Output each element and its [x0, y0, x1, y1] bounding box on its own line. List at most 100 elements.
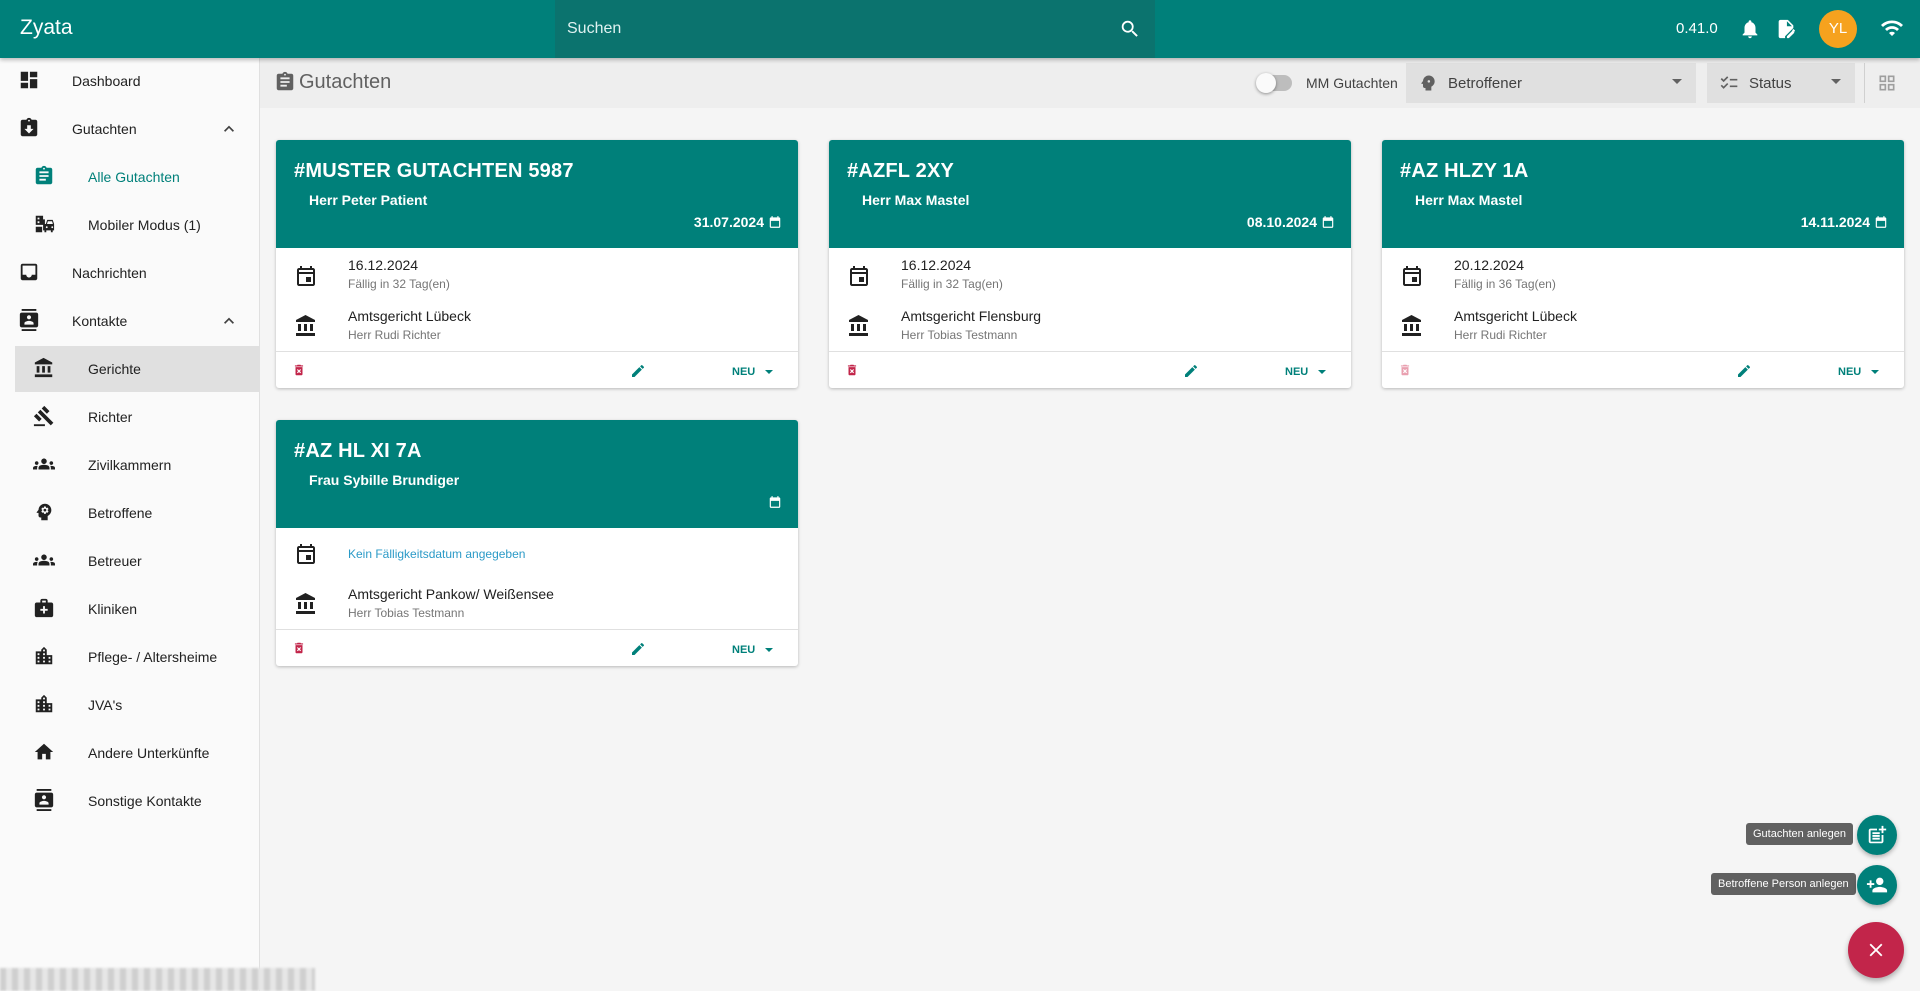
bell-icon[interactable]: [1739, 17, 1761, 41]
edit-note-icon[interactable]: [1775, 17, 1797, 41]
search-icon[interactable]: [1119, 18, 1141, 40]
sidebar-item-label: Mobiler Modus (1): [88, 217, 201, 233]
due-date: 20.12.2024: [1454, 257, 1524, 273]
app-title[interactable]: Zyata: [20, 16, 73, 40]
delete-icon[interactable]: [292, 363, 306, 377]
delete-icon[interactable]: [292, 641, 306, 655]
court-name: Amtsgericht Lübeck: [348, 308, 471, 324]
sidebar-item-label: Gerichte: [88, 361, 141, 377]
gutachten-card[interactable]: #AZ HLZY 1A Herr Max Mastel 14.11.2024 2…: [1382, 140, 1904, 388]
calendar-icon: [1321, 215, 1335, 229]
sidebar-item-dashboard[interactable]: Dashboard: [0, 58, 259, 104]
sidebar-item-zivilkammern[interactable]: Zivilkammern: [0, 442, 259, 488]
gutachten-card[interactable]: #MUSTER GUTACHTEN 5987 Herr Peter Patien…: [276, 140, 798, 388]
card-title: #AZ HL XI 7A: [294, 440, 422, 463]
status-button[interactable]: NEU: [710, 362, 755, 378]
sidebar-item-alle-gutachten[interactable]: Alle Gutachten: [0, 154, 259, 200]
sidebar-item-label: Pflege- / Altersheime: [88, 649, 217, 665]
court-name: Amtsgericht Pankow/ Weißensee: [348, 586, 554, 602]
card-person: Frau Sybille Brundiger: [294, 472, 459, 488]
sidebar-item-sonstige-kontakte[interactable]: Sonstige Kontakte: [0, 778, 259, 824]
dropdown-arrow-icon[interactable]: [765, 648, 773, 652]
edit-icon[interactable]: [630, 363, 646, 379]
page-header: Gutachten MM Gutachten Betroffener Statu…: [260, 58, 1920, 108]
sidebar-item-betreuer[interactable]: Betreuer: [0, 538, 259, 584]
card-actions: NEU: [1382, 352, 1904, 388]
chevron-up-icon[interactable]: [219, 311, 239, 331]
judge-name: Herr Tobias Testmann: [348, 606, 464, 620]
dropdown-arrow-icon[interactable]: [1318, 370, 1326, 374]
gutachten-card[interactable]: #AZFL 2XY Herr Max Mastel 08.10.2024 16.…: [829, 140, 1351, 388]
sidebar-item-gerichte[interactable]: Gerichte: [15, 346, 259, 392]
due-text: Fällig in 32 Tag(en): [901, 277, 1003, 291]
card-date: 08.10.2024: [1247, 214, 1335, 230]
edit-icon[interactable]: [630, 641, 646, 657]
card-header[interactable]: #AZFL 2XY Herr Max Mastel 08.10.2024: [829, 140, 1351, 248]
gutachten-card[interactable]: #AZ HL XI 7A Frau Sybille Brundiger Kein…: [276, 420, 798, 666]
sidebar-item-label: Kliniken: [88, 601, 137, 617]
preview-icon[interactable]: [670, 363, 686, 379]
due-date: 16.12.2024: [348, 257, 418, 273]
wifi-icon: [1878, 16, 1906, 40]
search-bar[interactable]: Suchen: [555, 0, 1155, 58]
gutachten-icon: [18, 117, 40, 139]
sidebar-item-mobiler-modus[interactable]: Mobiler Modus (1): [0, 202, 259, 248]
calendar-icon: [1874, 215, 1888, 229]
card-header[interactable]: #AZ HL XI 7A Frau Sybille Brundiger: [276, 420, 798, 528]
calendar-icon: [1400, 264, 1424, 288]
user-avatar[interactable]: YL: [1819, 10, 1857, 48]
medical-icon: [33, 597, 55, 619]
delete-icon[interactable]: [845, 363, 859, 377]
sidebar-item-betroffene[interactable]: Betroffene: [0, 490, 259, 536]
card-actions: NEU: [276, 352, 798, 388]
card-title: #MUSTER GUTACHTEN 5987: [294, 160, 574, 183]
status-button[interactable]: NEU: [1263, 362, 1308, 378]
calendar-icon: [847, 264, 871, 288]
mm-gutachten-toggle[interactable]: [1258, 75, 1292, 91]
sidebar-item-gutachten[interactable]: Gutachten: [0, 106, 259, 152]
card-header[interactable]: #AZ HLZY 1A Herr Max Mastel 14.11.2024: [1382, 140, 1904, 248]
card-person: Herr Peter Patient: [294, 192, 427, 208]
due-empty-text: Kein Fälligkeitsdatum angegeben: [348, 547, 525, 561]
edit-icon[interactable]: [1183, 363, 1199, 379]
card-header[interactable]: #MUSTER GUTACHTEN 5987 Herr Peter Patien…: [276, 140, 798, 248]
person-add-icon: [1866, 874, 1888, 896]
dropdown-arrow-icon[interactable]: [765, 370, 773, 374]
fab-close-button[interactable]: [1848, 922, 1904, 978]
card-date: [764, 494, 782, 510]
post-add-icon: [1866, 824, 1888, 846]
sidebar-item-pflegeheime[interactable]: Pflege- / Altersheime: [0, 634, 259, 680]
edit-icon[interactable]: [1736, 363, 1752, 379]
court-name: Amtsgericht Flensburg: [901, 308, 1041, 324]
sidebar-item-label: Richter: [88, 409, 132, 425]
create-gutachten-button[interactable]: [1857, 815, 1897, 855]
sidebar-item-kontakte[interactable]: Kontakte: [0, 298, 259, 344]
betroffener-select[interactable]: Betroffener: [1406, 63, 1696, 103]
sidebar-item-jva[interactable]: JVA's: [0, 682, 259, 728]
checklist-icon: [710, 640, 726, 656]
status-button[interactable]: NEU: [1816, 362, 1861, 378]
search-input[interactable]: Suchen: [567, 20, 621, 38]
preview-icon[interactable]: [1223, 363, 1239, 379]
sidebar: Dashboard Gutachten Alle Gutachten Mobil…: [0, 58, 260, 991]
sidebar-item-andere-unterkuenfte[interactable]: Andere Unterkünfte: [0, 730, 259, 776]
dropdown-arrow-icon: [1672, 79, 1682, 84]
preview-icon[interactable]: [1776, 363, 1792, 379]
court-icon: [33, 357, 55, 379]
sidebar-item-nachrichten[interactable]: Nachrichten: [0, 250, 259, 296]
status-button[interactable]: NEU: [710, 640, 755, 656]
dropdown-arrow-icon[interactable]: [1871, 370, 1879, 374]
chevron-up-icon[interactable]: [219, 119, 239, 139]
page-title: Gutachten: [299, 71, 391, 94]
mobile-mode-icon[interactable]: [1694, 363, 1710, 379]
close-icon: [1865, 939, 1887, 961]
sidebar-item-kliniken[interactable]: Kliniken: [0, 586, 259, 632]
grid-view-button[interactable]: [1864, 63, 1904, 103]
create-person-button[interactable]: [1857, 865, 1897, 905]
dropdown-arrow-icon: [1831, 79, 1841, 84]
delete-icon[interactable]: [1398, 363, 1412, 377]
status-select[interactable]: Status: [1707, 63, 1855, 103]
sidebar-item-label: Nachrichten: [72, 265, 147, 281]
sidebar-item-richter[interactable]: Richter: [0, 394, 259, 440]
preview-icon[interactable]: [670, 641, 686, 657]
